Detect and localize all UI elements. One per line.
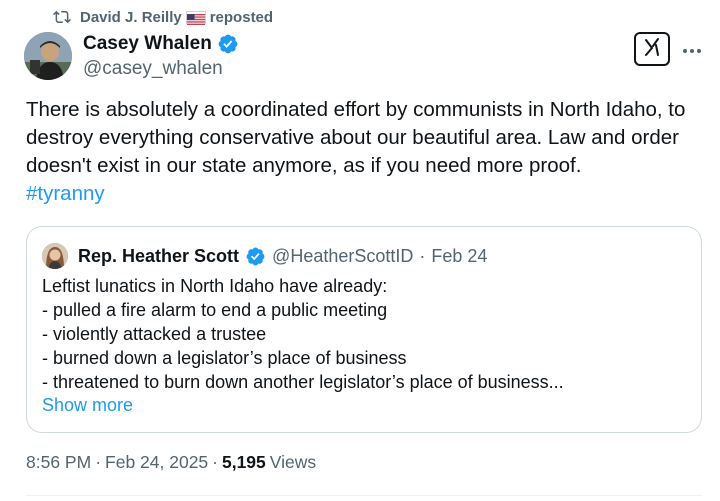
- hashtag-link[interactable]: #tyranny: [26, 180, 706, 208]
- quote-line: - pulled a fire alarm to end a public me…: [42, 300, 388, 320]
- grok-button[interactable]: [634, 32, 670, 66]
- grok-icon: [641, 36, 663, 63]
- quote-date[interactable]: Feb 24: [431, 246, 487, 267]
- quote-line: Leftist lunatics in North Idaho have alr…: [42, 276, 388, 296]
- repost-label: reposted: [209, 8, 274, 26]
- meta-separator-2: ·: [212, 452, 218, 472]
- quote-verified-badge-icon[interactable]: [245, 246, 266, 267]
- tweet-body: There is absolutely a coordinated effort…: [26, 98, 686, 177]
- author-display-name[interactable]: Casey Whalen: [83, 33, 212, 55]
- repost-header: David J. Reilly reposted: [52, 7, 273, 27]
- quoted-tweet-card[interactable]: Rep. Heather Scott @HeatherScottID · Feb…: [26, 226, 702, 433]
- quote-line: - burned down a legislator’s place of bu…: [42, 348, 407, 368]
- tweet-time[interactable]: 8:56 PM: [26, 452, 91, 473]
- verified-badge-icon[interactable]: [217, 33, 239, 55]
- us-flag-icon: [185, 10, 206, 25]
- author-avatar[interactable]: [24, 32, 72, 80]
- views-count: 5,195: [221, 452, 266, 472]
- quote-separator: ·: [419, 245, 426, 266]
- quote-body: Leftist lunatics in North Idaho have alr…: [42, 274, 682, 394]
- tweet-date[interactable]: Feb 24, 2025: [105, 452, 208, 473]
- quote-header: Rep. Heather Scott @HeatherScottID · Feb…: [42, 243, 487, 269]
- tweet-meta: 8:56 PM · Feb 24, 2025 · 5,195 Views: [26, 452, 316, 473]
- meta-separator: ·: [95, 452, 102, 472]
- tweet-text: There is absolutely a coordinated effort…: [26, 96, 706, 208]
- quote-line: - threatened to burn down another legisl…: [42, 372, 564, 392]
- more-icon: [682, 37, 702, 60]
- quote-author-avatar[interactable]: [42, 243, 68, 269]
- show-more-link[interactable]: Show more: [42, 395, 133, 416]
- quote-line: - violently attacked a trustee: [42, 324, 267, 344]
- repost-user[interactable]: David J. Reilly: [80, 9, 182, 26]
- quote-author-handle[interactable]: @HeatherScottID: [272, 246, 413, 267]
- more-options-button[interactable]: [680, 38, 704, 58]
- author-handle[interactable]: @casey_whalen: [83, 57, 239, 81]
- author-info: Casey Whalen @casey_whalen: [83, 33, 239, 81]
- divider: [26, 495, 702, 496]
- views-label: Views: [269, 452, 317, 472]
- repost-icon: [52, 7, 72, 27]
- quote-author-name[interactable]: Rep. Heather Scott: [78, 246, 239, 267]
